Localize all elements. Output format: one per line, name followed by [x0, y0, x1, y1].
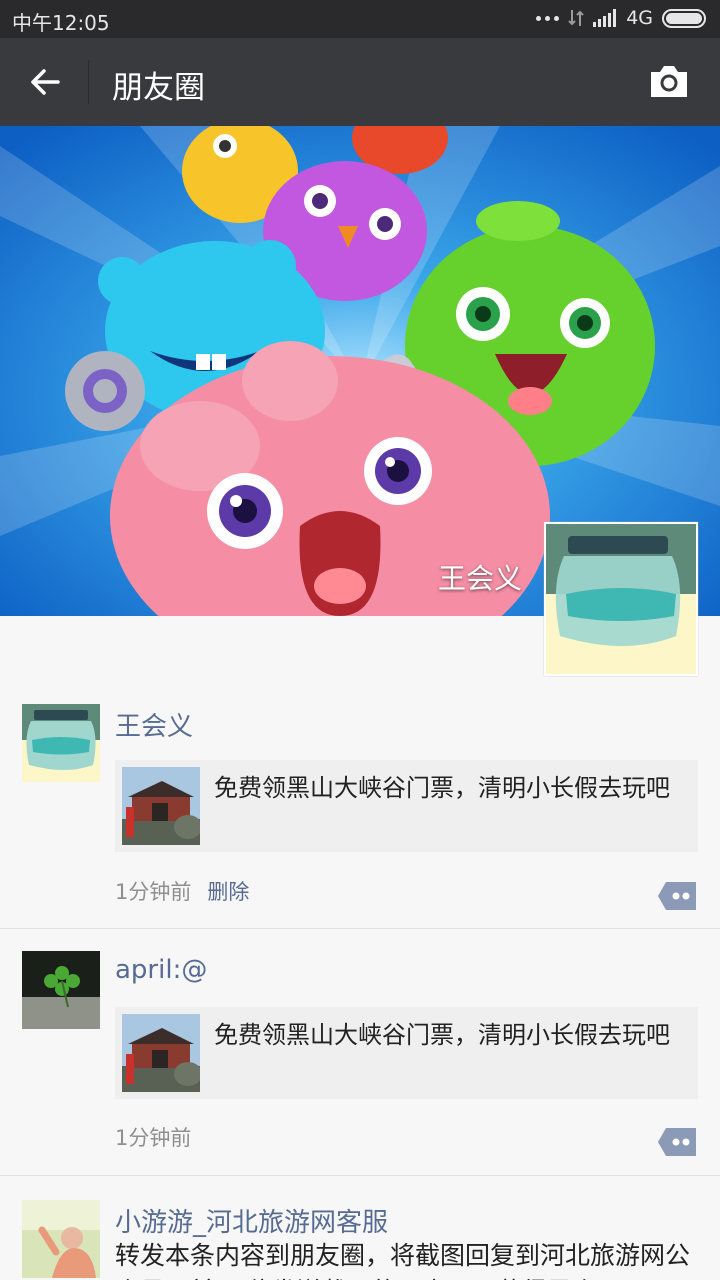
poster-name[interactable]: april:@ — [115, 955, 207, 985]
post-meta: 1分钟前 删除 — [115, 876, 249, 906]
cover-user-name: 王会义 — [437, 562, 522, 595]
camera-icon[interactable] — [648, 63, 690, 99]
status-icons: 4G — [536, 7, 706, 29]
network-type: 4G — [626, 7, 653, 29]
back-arrow-icon[interactable] — [28, 64, 64, 100]
post-meta: 1分钟前 — [115, 1122, 191, 1152]
page-title: 朋友圈 — [112, 70, 205, 106]
delete-link[interactable]: 删除 — [207, 880, 249, 904]
post-time: 1分钟前 — [115, 1126, 192, 1150]
battery-icon — [662, 8, 706, 28]
status-bar: 中午12:05 4G — [0, 0, 720, 38]
moment-post: april:@ — [0, 928, 720, 1029]
shared-link-card[interactable]: 免费领黑山大峡谷门票，清明小长假去玩吧 — [115, 760, 698, 852]
avatar[interactable] — [22, 951, 100, 1029]
post-text: 转发本条内容到朋友圈，将截图回复到河北旅游网公众号，前50位发送截图的用户即可获… — [115, 1241, 691, 1280]
shared-link-card[interactable]: 免费领黑山大峡谷门票，清明小长假去玩吧 — [115, 1007, 698, 1099]
comment-icon[interactable] — [658, 882, 696, 910]
shared-link-text: 免费领黑山大峡谷门票，清明小长假去玩吧 — [214, 774, 670, 802]
shared-link-thumbnail — [122, 1014, 200, 1092]
nav-bar: 朋友圈 — [0, 38, 720, 126]
nav-divider — [88, 60, 89, 104]
comment-icon[interactable] — [658, 1128, 696, 1156]
poster-name[interactable]: 小游游_河北旅游网客服 — [115, 1202, 388, 1239]
shared-link-thumbnail — [122, 767, 200, 845]
poster-name[interactable]: 王会义 — [115, 706, 193, 743]
signal-icon — [593, 9, 617, 27]
post-time: 1分钟前 — [115, 880, 192, 904]
status-time: 中午12:05 — [12, 11, 110, 35]
shared-link-text: 免费领黑山大峡谷门票，清明小长假去玩吧 — [214, 1021, 670, 1049]
moment-post: 小游游_河北旅游网客服 转发本条内容到朋友圈，将截图回复到河北旅游网公众号，前5… — [0, 1175, 720, 1280]
more-dots-icon — [536, 15, 560, 21]
avatar[interactable] — [22, 704, 100, 782]
user-avatar[interactable] — [544, 522, 698, 676]
avatar[interactable] — [22, 1200, 100, 1278]
data-transfer-icon — [568, 10, 584, 26]
